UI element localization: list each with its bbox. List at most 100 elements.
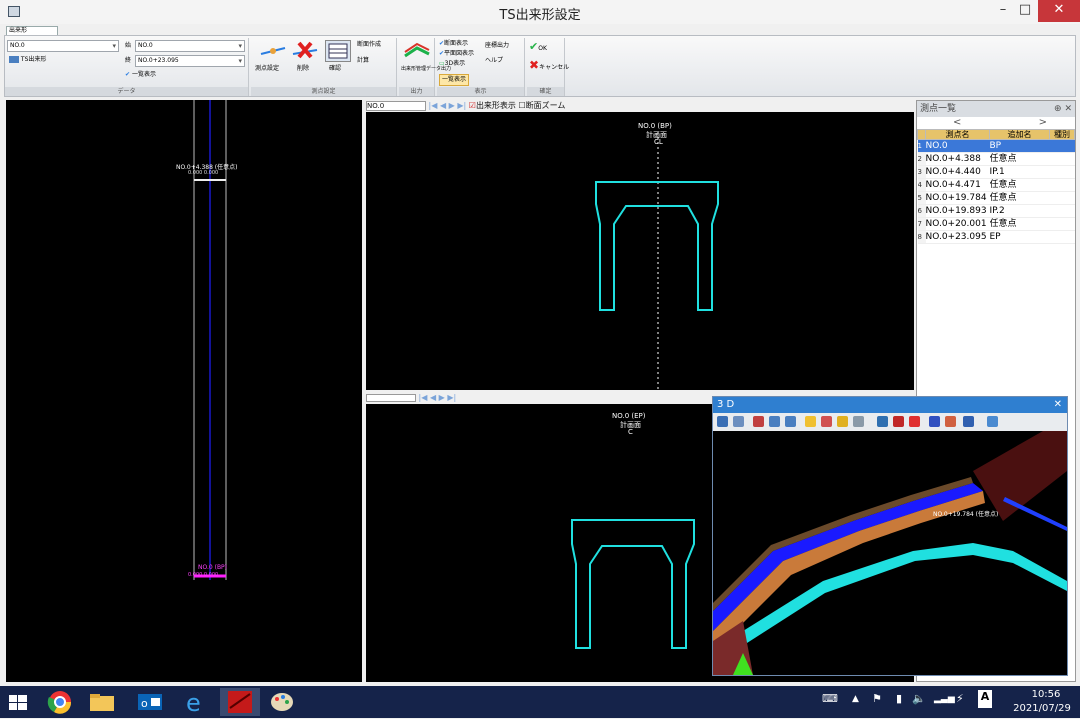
table-row[interactable]: 8 NO.0+23.095 EP (917, 230, 1075, 244)
back-station-combo[interactable] (366, 393, 416, 402)
confirm-button[interactable] (325, 40, 351, 62)
plan-top-sublabel: 0.000 0.000 (188, 170, 219, 176)
coordinate-output-button[interactable]: 座標出力 (485, 41, 509, 51)
list-display-button[interactable]: 一覧表示 (439, 74, 470, 86)
explorer-button[interactable] (84, 688, 124, 716)
column-header[interactable]: 測点名 (925, 129, 990, 140)
table-row[interactable]: 3 NO.0+4.440 IP.1 (917, 165, 1075, 179)
nav-next-icon[interactable]: ▶ (439, 393, 445, 402)
tray-expand-icon[interactable]: ▲ (852, 694, 859, 704)
pin-icon[interactable]: ⊕ (1054, 104, 1062, 114)
paint-button[interactable] (264, 688, 304, 716)
front-station-label: NO.0 (BP) (638, 122, 672, 130)
export-3d-icon[interactable] (987, 416, 998, 427)
ts-item[interactable]: TS出来形 (9, 55, 46, 65)
table-row[interactable]: 6 NO.0+19.893 IP.2 (917, 204, 1075, 218)
network-icon[interactable]: ⚡ (956, 692, 964, 705)
cross-icon: ✖ (529, 58, 540, 72)
nav-next-icon[interactable]: ▶ (449, 101, 455, 110)
grid-icon (328, 43, 348, 59)
ie-button[interactable]: e (178, 688, 218, 717)
section-check[interactable]: ✔断面表示 (439, 39, 468, 49)
nav-last-icon[interactable]: ▶| (457, 101, 466, 110)
start-button[interactable] (4, 688, 44, 716)
rotate-icon[interactable] (753, 416, 764, 427)
plan-view[interactable]: NO.0+4.388 (任意点) 0.000 0.000 NO.0 (BP) 0… (6, 100, 362, 682)
signal-icon[interactable]: ▂▃▅ (934, 694, 955, 704)
fit-icon[interactable] (785, 416, 796, 427)
row-type: EP (989, 230, 1050, 244)
nav-prev-icon[interactable]: ◀ (440, 101, 446, 110)
delete-button[interactable] (291, 40, 318, 62)
ok-button[interactable]: ✔OK (529, 41, 547, 54)
ime-icon[interactable]: A (978, 690, 992, 708)
close-button[interactable]: ✕ (1038, 0, 1080, 22)
nav-first-icon[interactable]: |◀ (419, 393, 428, 402)
3d-panel[interactable]: 3 D ✕ NO.0+19.784 (任意点) (712, 396, 1068, 676)
table-row[interactable]: 7 NO.0+20.001 任意点 (917, 217, 1075, 231)
column-header[interactable]: 追加名 (989, 129, 1050, 140)
dropdown-end[interactable]: NO.0+23.095 (135, 55, 245, 67)
create-section-button[interactable]: 断面作成 (357, 40, 381, 50)
close-icon[interactable]: ✕ (1054, 397, 1062, 413)
table-row[interactable]: 4 NO.0+4.471 任意点 (917, 178, 1075, 192)
plan-check[interactable]: ✔平面図表示 (439, 49, 474, 59)
table-row[interactable]: 1 NO.0 BP (917, 139, 1075, 153)
close-icon[interactable]: ✕ (1064, 104, 1072, 114)
clock-time[interactable]: 10:56 (1018, 689, 1074, 700)
flag-icon[interactable]: ⚑ (872, 692, 882, 705)
nav-prev-icon[interactable]: ◀ (430, 393, 436, 402)
nav-next-button[interactable]: > (1039, 117, 1047, 128)
measure-point-label: 測点設定 (255, 65, 280, 72)
mark-icon[interactable] (893, 416, 904, 427)
layer-icon[interactable] (837, 416, 848, 427)
help-button[interactable]: ヘルプ (485, 56, 503, 66)
volume-icon[interactable]: 🔈 (912, 692, 926, 705)
grid-icon[interactable] (853, 416, 864, 427)
nav-prev-button[interactable]: < (953, 117, 961, 128)
chrome-button[interactable] (42, 688, 82, 716)
points-panel-controls[interactable]: ⊕ ✕ (1054, 101, 1072, 117)
outlook-button[interactable]: o (132, 688, 172, 716)
3d-check[interactable]: ▭3D表示 (439, 59, 465, 69)
surface-icon[interactable] (929, 416, 940, 427)
row-index: 1 (917, 139, 926, 153)
back-station-label: NO.0 (EP) (612, 412, 646, 420)
nav-last-icon[interactable]: ▶| (447, 393, 456, 402)
table-row[interactable]: 2 NO.0+4.388 任意点 (917, 152, 1075, 166)
battery-icon[interactable]: ▮ (896, 692, 902, 705)
window-title: TS出来形設定 (499, 8, 581, 23)
export-button[interactable] (403, 40, 430, 62)
nav-first-icon[interactable]: |◀ (429, 101, 438, 110)
front-station-combo[interactable]: NO.0 (366, 100, 426, 111)
back-c-label: C (628, 428, 633, 436)
front-section-view[interactable]: NO.0 (BP) 計画面 CL (366, 112, 914, 390)
dropdown-route[interactable]: NO.0 (7, 40, 119, 52)
cross-display-label: 出来形表示 (475, 101, 516, 110)
clock-date[interactable]: 2021/07/29 (1008, 703, 1076, 714)
app-taskbar-button[interactable] (220, 688, 260, 716)
view-icon[interactable] (717, 416, 728, 427)
measure-point-icon (260, 47, 286, 55)
light-icon[interactable] (805, 416, 816, 427)
cross-display-checkbox[interactable]: ☑ (469, 101, 476, 110)
hatch-icon[interactable] (945, 416, 956, 427)
zoom-icon[interactable] (733, 416, 744, 427)
calculate-button[interactable]: 計算 (357, 56, 369, 66)
fill-icon[interactable] (909, 416, 920, 427)
section-zoom-checkbox[interactable]: ☐ (518, 101, 525, 110)
cube-icon[interactable] (963, 416, 974, 427)
pan-icon[interactable] (769, 416, 780, 427)
section-icon[interactable] (877, 416, 888, 427)
measure-point-button[interactable] (259, 40, 286, 62)
cancel-button[interactable]: ✖キャンセル (529, 58, 569, 73)
color-icon[interactable] (821, 416, 832, 427)
keyboard-icon[interactable]: ⌨ (822, 692, 838, 705)
maximize-button[interactable]: □ (1010, 0, 1040, 22)
column-header[interactable]: 種別 (1049, 129, 1075, 140)
list-check[interactable]: ✔ 一覧表示 (125, 70, 156, 80)
dropdown-start[interactable]: NO.0 (135, 40, 245, 52)
row-name: NO.0+19.784 (925, 191, 990, 205)
table-row[interactable]: 5 NO.0+19.784 任意点 (917, 191, 1075, 205)
row-name: NO.0 (925, 139, 990, 153)
